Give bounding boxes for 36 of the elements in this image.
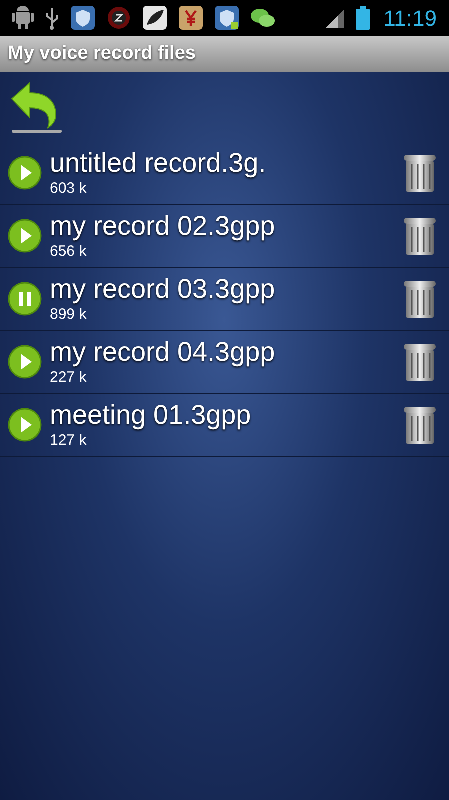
play-button[interactable] — [8, 156, 42, 190]
chat-icon — [250, 7, 276, 29]
yen-icon — [178, 5, 204, 31]
record-row[interactable]: my record 02.3gpp 656 k — [0, 205, 449, 268]
trash-button[interactable] — [403, 153, 437, 193]
file-size: 127 k — [50, 431, 88, 451]
trash-button[interactable] — [403, 342, 437, 382]
play-button[interactable] — [8, 219, 42, 253]
file-name: untitled record.3g. — [50, 147, 268, 179]
trash-button[interactable] — [403, 279, 437, 319]
record-row[interactable]: my record 04.3gpp 227 k — [0, 331, 449, 394]
shield-icon — [214, 5, 240, 31]
file-size: 227 k — [50, 368, 88, 388]
file-name: my record 04.3gpp — [50, 336, 276, 368]
window-title: My voice record files — [8, 42, 196, 66]
leaf-icon — [142, 5, 168, 31]
usb-icon — [44, 6, 60, 30]
file-size: 656 k — [50, 242, 88, 262]
play-button[interactable] — [8, 408, 42, 442]
battery-icon — [356, 6, 370, 30]
file-size: 603 k — [50, 179, 88, 199]
play-button[interactable] — [8, 345, 42, 379]
trash-button[interactable] — [403, 216, 437, 256]
file-name: my record 02.3gpp — [50, 210, 276, 242]
file-size: 899 k — [50, 305, 88, 325]
record-row[interactable]: untitled record.3g. 603 k — [0, 142, 449, 205]
trash-button[interactable] — [403, 405, 437, 445]
record-row[interactable]: my record 03.3gpp 899 k — [0, 268, 449, 331]
pause-button[interactable] — [8, 282, 42, 316]
clock: 11:19 — [384, 4, 437, 32]
file-name: my record 03.3gpp — [50, 273, 276, 305]
shield-icon — [70, 5, 96, 31]
alarm-icon — [106, 5, 132, 31]
file-name: meeting 01.3gpp — [50, 399, 252, 431]
record-row[interactable]: meeting 01.3gpp 127 k — [0, 394, 449, 457]
robot-icon — [12, 6, 34, 30]
